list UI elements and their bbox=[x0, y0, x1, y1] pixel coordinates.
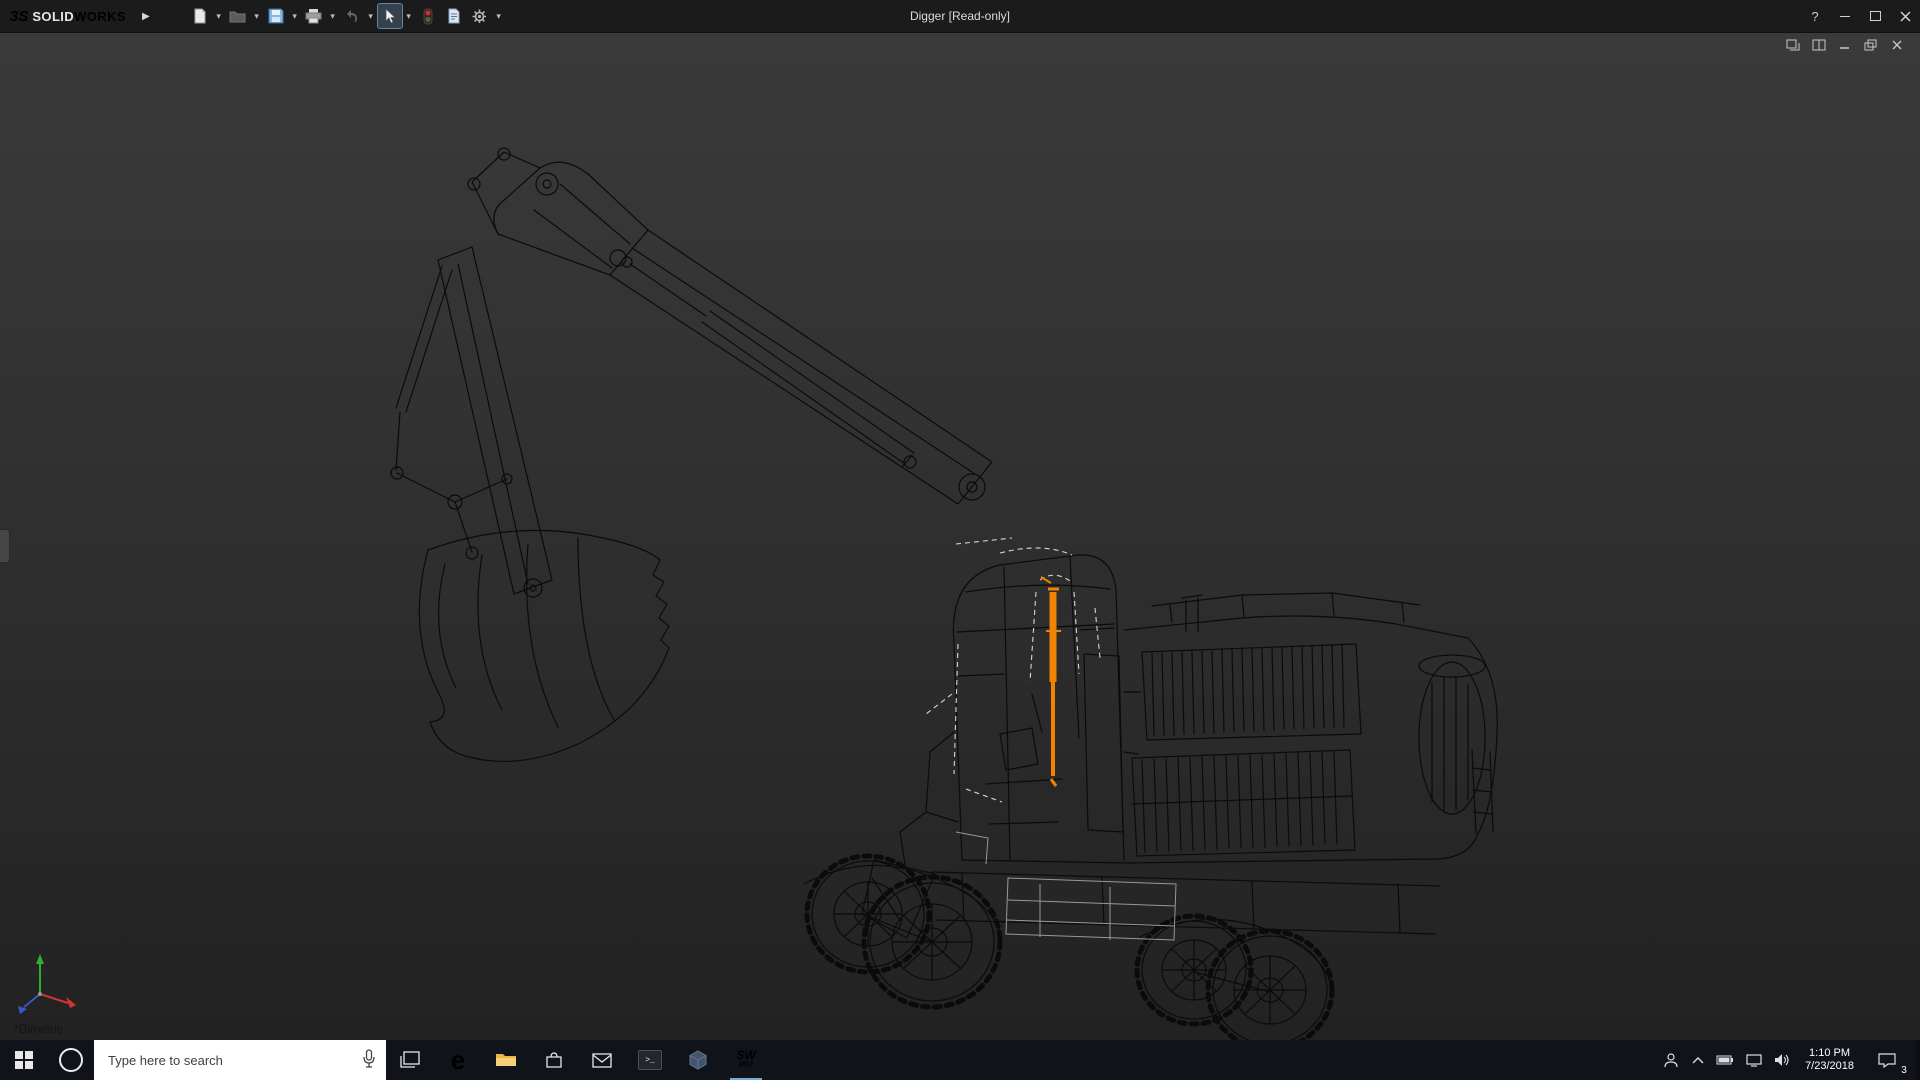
windows-taskbar: e >_ SW 2017 1:10 PM bbox=[0, 1040, 1920, 1080]
taskbar-app-3d-viewer[interactable] bbox=[674, 1040, 722, 1080]
select-caret-icon[interactable]: ▾ bbox=[404, 11, 414, 22]
cube-icon bbox=[688, 1050, 708, 1070]
options-button[interactable] bbox=[468, 4, 492, 28]
undo-icon bbox=[344, 8, 360, 24]
taskbar-app-edge[interactable]: e bbox=[434, 1040, 482, 1080]
maximize-button[interactable] bbox=[1860, 0, 1890, 32]
undo-caret-icon[interactable]: ▾ bbox=[366, 11, 376, 22]
gear-icon bbox=[471, 8, 488, 25]
tray-overflow-button[interactable] bbox=[1686, 1040, 1710, 1080]
toolbar-expand-icon[interactable]: ▶ bbox=[132, 11, 160, 22]
cortana-icon bbox=[59, 1048, 83, 1072]
file-explorer-icon bbox=[495, 1051, 517, 1069]
task-view-button[interactable] bbox=[386, 1040, 434, 1080]
file-properties-button[interactable] bbox=[442, 4, 466, 28]
action-center-icon bbox=[1878, 1053, 1896, 1068]
sw-label: SW bbox=[736, 1050, 755, 1060]
brand-solid: SOLID bbox=[32, 9, 74, 24]
close-icon bbox=[1900, 11, 1911, 22]
new-document-icon bbox=[192, 8, 208, 24]
open-folder-icon bbox=[229, 8, 246, 24]
rebuild-traffic-light-icon bbox=[422, 8, 434, 25]
taskbar-search[interactable] bbox=[94, 1040, 386, 1080]
search-input[interactable] bbox=[94, 1040, 348, 1080]
highlighted-edges bbox=[926, 538, 1100, 802]
action-center-button[interactable]: 3 bbox=[1862, 1040, 1912, 1080]
task-view-icon bbox=[400, 1051, 420, 1069]
select-button[interactable] bbox=[378, 4, 402, 28]
network-indicator[interactable] bbox=[1740, 1040, 1768, 1080]
graphics-viewport[interactable]: *Dimetric bbox=[0, 32, 1920, 1040]
printer-icon bbox=[305, 8, 322, 24]
print-button[interactable] bbox=[302, 4, 326, 28]
taskbar-app-solidworks[interactable]: SW 2017 bbox=[722, 1040, 770, 1080]
quick-toolbar: ▾ ▾ ▾ ▾ ▾ ▾ ▾ bbox=[188, 4, 504, 28]
maximize-icon bbox=[1870, 11, 1881, 21]
cortana-button[interactable] bbox=[48, 1040, 94, 1080]
rebuild-button[interactable] bbox=[416, 4, 440, 28]
ds-logo-icon: 3S bbox=[10, 8, 28, 25]
brand-works: WORKS bbox=[74, 9, 126, 24]
clock-time: 1:10 PM bbox=[1805, 1047, 1854, 1060]
minimize-icon bbox=[1840, 16, 1850, 17]
volume-indicator[interactable] bbox=[1768, 1040, 1797, 1080]
taskbar-app-command-prompt[interactable]: >_ bbox=[626, 1040, 674, 1080]
brand-text: SOLIDWORKS bbox=[32, 9, 126, 24]
excavator-wireframe[interactable] bbox=[391, 148, 1497, 1040]
titlebar: 3S SOLIDWORKS ▶ ▾ ▾ ▾ ▾ ▾ ▾ bbox=[0, 0, 1920, 33]
start-button[interactable] bbox=[0, 1040, 48, 1080]
help-button[interactable]: ? bbox=[1800, 0, 1830, 32]
battery-indicator[interactable] bbox=[1710, 1040, 1740, 1080]
solidworks-logo: 3S SOLIDWORKS bbox=[0, 8, 132, 25]
options-caret-icon[interactable]: ▾ bbox=[494, 11, 504, 22]
system-tray: 1:10 PM 7/23/2018 3 bbox=[1656, 1040, 1920, 1080]
undo-button[interactable] bbox=[340, 4, 364, 28]
file-properties-icon bbox=[447, 8, 461, 24]
new-document-button[interactable] bbox=[188, 4, 212, 28]
save-icon bbox=[268, 8, 284, 24]
open-caret-icon[interactable]: ▾ bbox=[252, 11, 262, 22]
taskbar-app-store[interactable] bbox=[530, 1040, 578, 1080]
taskbar-app-mail[interactable] bbox=[578, 1040, 626, 1080]
new-caret-icon[interactable]: ▾ bbox=[214, 11, 224, 22]
wireframe-model-canvas[interactable] bbox=[0, 32, 1920, 1040]
sw-year: 2017 bbox=[739, 1060, 753, 1070]
reference-triad bbox=[18, 954, 76, 1014]
window-controls: ? bbox=[1800, 0, 1920, 32]
clock-date: 7/23/2018 bbox=[1805, 1060, 1854, 1073]
solidworks-app-icon: SW 2017 bbox=[736, 1050, 755, 1070]
people-button[interactable] bbox=[1656, 1040, 1686, 1080]
battery-icon bbox=[1716, 1055, 1734, 1065]
windows-logo-icon bbox=[15, 1051, 33, 1069]
microphone-icon[interactable] bbox=[362, 1049, 376, 1069]
command-prompt-icon: >_ bbox=[638, 1050, 662, 1070]
select-cursor-icon bbox=[383, 8, 397, 24]
save-button[interactable] bbox=[264, 4, 288, 28]
open-document-button[interactable] bbox=[226, 4, 250, 28]
notification-badge: 3 bbox=[1896, 1062, 1912, 1078]
speaker-icon bbox=[1774, 1053, 1791, 1067]
save-caret-icon[interactable]: ▾ bbox=[290, 11, 300, 22]
view-orientation-label: *Dimetric bbox=[14, 1022, 63, 1036]
store-bag-icon bbox=[545, 1051, 563, 1069]
selected-component[interactable] bbox=[1041, 577, 1061, 786]
taskbar-app-file-explorer[interactable] bbox=[482, 1040, 530, 1080]
chevron-up-icon bbox=[1692, 1056, 1704, 1064]
mail-envelope-icon bbox=[592, 1053, 612, 1068]
network-icon bbox=[1746, 1054, 1762, 1067]
people-icon bbox=[1662, 1052, 1680, 1068]
minimize-button[interactable] bbox=[1830, 0, 1860, 32]
edge-icon: e bbox=[451, 1048, 465, 1072]
taskbar-clock[interactable]: 1:10 PM 7/23/2018 bbox=[1797, 1047, 1862, 1073]
print-caret-icon[interactable]: ▾ bbox=[328, 11, 338, 22]
close-button[interactable] bbox=[1890, 0, 1920, 32]
